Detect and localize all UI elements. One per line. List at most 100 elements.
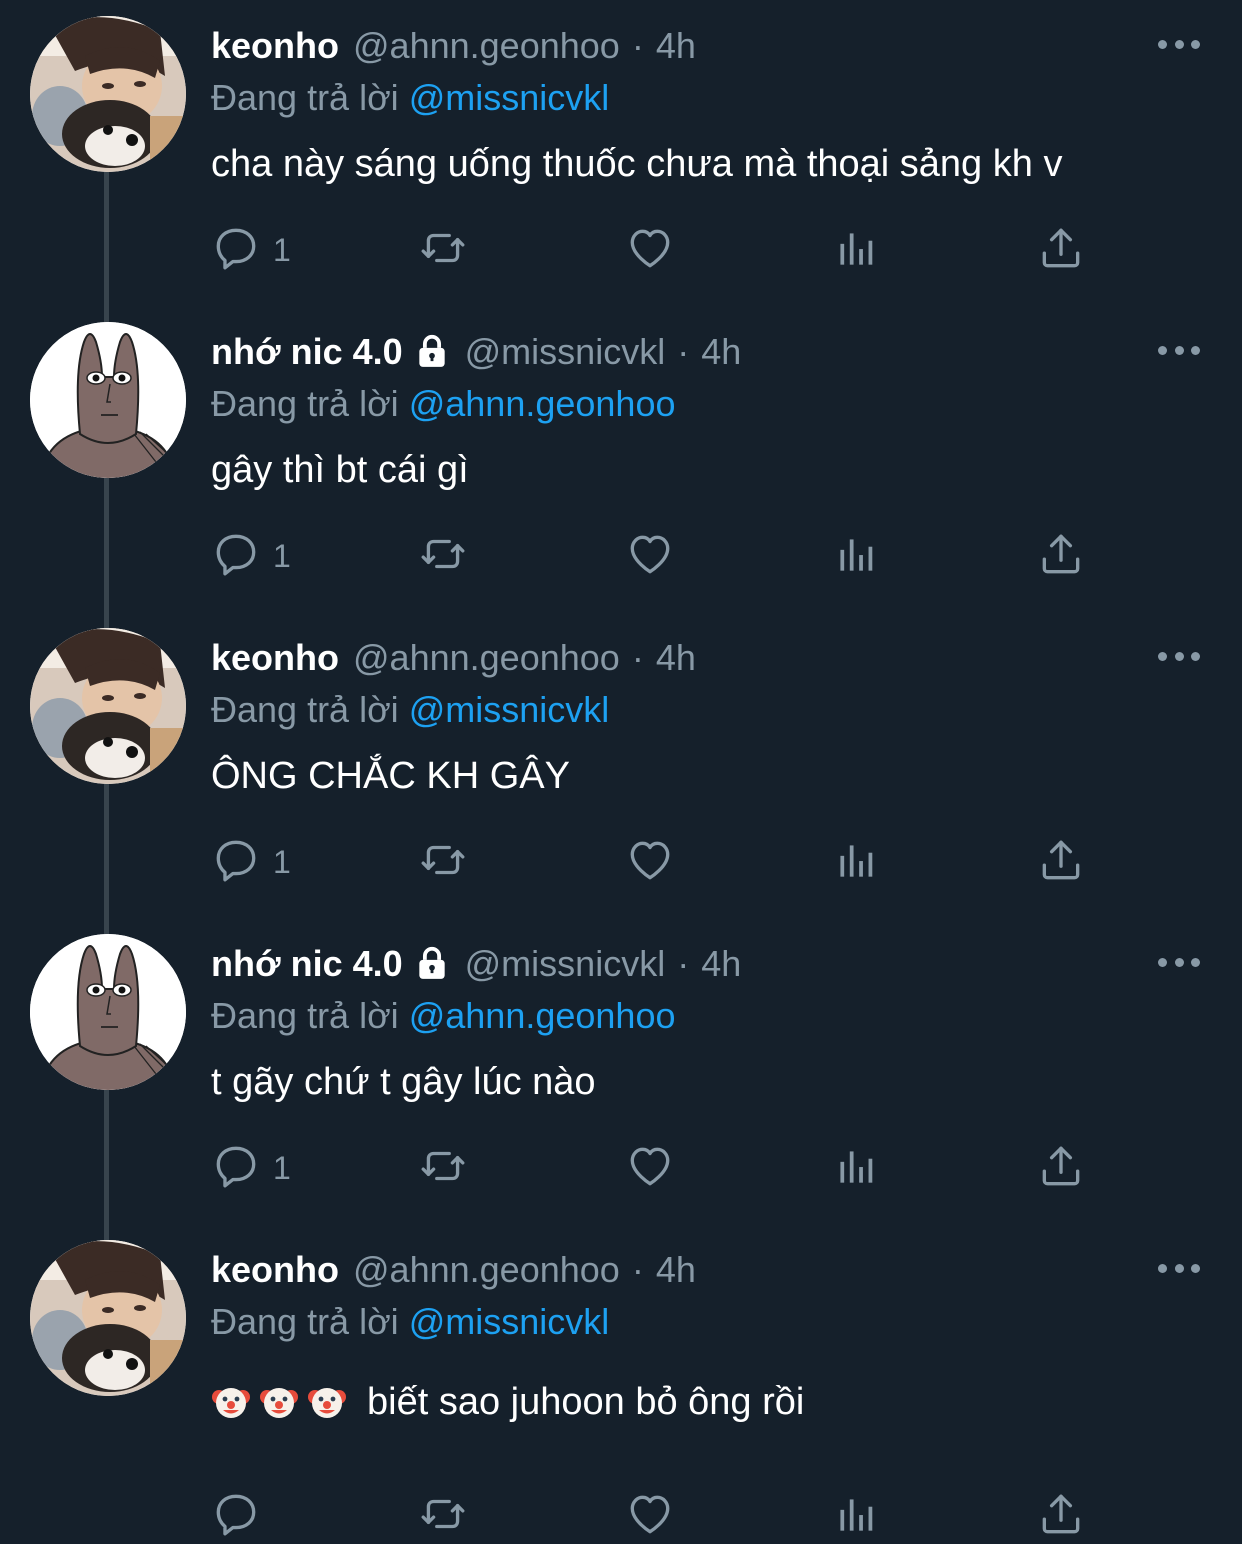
tweet[interactable]: nhớ nic 4.0 @missnicvkl · 4h Đang trả lờ…	[0, 306, 1242, 612]
timestamp[interactable]: 4h	[656, 22, 696, 70]
analytics-button[interactable]	[830, 1140, 880, 1196]
share-button[interactable]	[1036, 834, 1086, 890]
analytics-button[interactable]	[830, 1488, 880, 1544]
analytics-icon[interactable]	[830, 835, 880, 890]
avatar[interactable]	[30, 1240, 186, 1396]
share-icon[interactable]	[1036, 835, 1086, 890]
tweet-text: ÔNG CHẮC KH GÂY	[211, 750, 570, 802]
tweet-actions: 1	[211, 222, 1091, 278]
replying-to: Đang trả lời @missnicvkl	[211, 74, 609, 122]
reply-button[interactable]	[211, 1488, 273, 1544]
retweet-icon[interactable]	[418, 835, 468, 890]
reply-icon[interactable]	[211, 1489, 261, 1544]
mention-link[interactable]: @ahnn.geonhoo	[409, 383, 676, 424]
retweet-icon[interactable]	[418, 1141, 468, 1196]
clown-face-emoji	[259, 1382, 299, 1422]
reply-button[interactable]: 1	[211, 528, 291, 584]
reply-button[interactable]: 1	[211, 1140, 291, 1196]
reply-count: 1	[273, 537, 291, 574]
retweet-icon[interactable]	[418, 223, 468, 278]
display-name[interactable]: nhớ nic 4.0	[211, 940, 403, 988]
tweet[interactable]: keonho @ahnn.geonhoo · 4h Đang trả lời @…	[0, 0, 1242, 306]
more-icon[interactable]	[1158, 952, 1200, 972]
reply-icon[interactable]	[211, 835, 261, 890]
avatar[interactable]	[30, 322, 186, 478]
reply-button[interactable]: 1	[211, 834, 291, 890]
avatar[interactable]	[30, 628, 186, 784]
clown-face-emoji	[211, 1382, 251, 1422]
share-button[interactable]	[1036, 528, 1086, 584]
reply-icon[interactable]	[211, 529, 261, 584]
replying-to-label: Đang trả lời	[211, 995, 399, 1036]
analytics-button[interactable]	[830, 834, 880, 890]
mention-link[interactable]: @ahnn.geonhoo	[409, 995, 676, 1036]
analytics-button[interactable]	[830, 222, 880, 278]
tweet-header: keonho @ahnn.geonhoo · 4h	[211, 1246, 696, 1294]
display-name[interactable]: keonho	[211, 634, 339, 682]
more-icon[interactable]	[1158, 340, 1200, 360]
analytics-icon[interactable]	[830, 1141, 880, 1196]
share-button[interactable]	[1036, 1488, 1086, 1544]
replying-to-label: Đang trả lời	[211, 689, 399, 730]
tweet[interactable]: keonho @ahnn.geonhoo · 4h Đang trả lời @…	[0, 612, 1242, 918]
username[interactable]: @missnicvkl	[465, 328, 666, 376]
analytics-icon[interactable]	[830, 529, 880, 584]
username[interactable]: @ahnn.geonhoo	[353, 634, 620, 682]
username[interactable]: @missnicvkl	[465, 940, 666, 988]
timestamp[interactable]: 4h	[656, 1246, 696, 1294]
like-icon[interactable]	[625, 529, 675, 584]
retweet-icon[interactable]	[418, 529, 468, 584]
reply-count: 1	[273, 231, 291, 268]
avatar[interactable]	[30, 934, 186, 1090]
avatar[interactable]	[30, 16, 186, 172]
share-icon[interactable]	[1036, 1489, 1086, 1544]
display-name[interactable]: keonho	[211, 1246, 339, 1294]
tweet-actions: 1	[211, 1140, 1091, 1196]
share-button[interactable]	[1036, 222, 1086, 278]
like-icon[interactable]	[625, 835, 675, 890]
share-icon[interactable]	[1036, 529, 1086, 584]
more-icon[interactable]	[1158, 34, 1200, 54]
retweet-icon[interactable]	[418, 1489, 468, 1544]
separator: ·	[677, 943, 690, 984]
retweet-button[interactable]	[418, 834, 468, 890]
mention-link[interactable]: @missnicvkl	[409, 1301, 610, 1342]
more-icon[interactable]	[1158, 1258, 1200, 1278]
mention-link[interactable]: @missnicvkl	[409, 689, 610, 730]
analytics-icon[interactable]	[830, 223, 880, 278]
share-icon[interactable]	[1036, 223, 1086, 278]
like-button[interactable]	[625, 834, 675, 890]
analytics-button[interactable]	[830, 528, 880, 584]
retweet-button[interactable]	[418, 528, 468, 584]
like-icon[interactable]	[625, 1489, 675, 1544]
like-button[interactable]	[625, 528, 675, 584]
display-name[interactable]: nhớ nic 4.0	[211, 328, 403, 376]
mention-link[interactable]: @missnicvkl	[409, 77, 610, 118]
retweet-button[interactable]	[418, 1488, 468, 1544]
analytics-icon[interactable]	[830, 1489, 880, 1544]
retweet-button[interactable]	[418, 222, 468, 278]
tweet-body: biết sao juhoon bỏ ông rồi	[367, 1381, 805, 1423]
share-button[interactable]	[1036, 1140, 1086, 1196]
reply-icon[interactable]	[211, 223, 261, 278]
reply-button[interactable]: 1	[211, 222, 291, 278]
timestamp[interactable]: 4h	[701, 328, 741, 376]
tweet[interactable]: keonho @ahnn.geonhoo · 4h Đang trả lời @…	[0, 1224, 1242, 1537]
display-name[interactable]: keonho	[211, 22, 339, 70]
timestamp[interactable]: 4h	[701, 940, 741, 988]
like-button[interactable]	[625, 222, 675, 278]
like-icon[interactable]	[625, 1141, 675, 1196]
tweet-text: biết sao juhoon bỏ ông rồi	[211, 1376, 804, 1428]
timestamp[interactable]: 4h	[656, 634, 696, 682]
like-icon[interactable]	[625, 223, 675, 278]
reply-icon[interactable]	[211, 1141, 261, 1196]
username[interactable]: @ahnn.geonhoo	[353, 22, 620, 70]
retweet-button[interactable]	[418, 1140, 468, 1196]
reply-count: 1	[273, 843, 291, 880]
like-button[interactable]	[625, 1488, 675, 1544]
more-icon[interactable]	[1158, 646, 1200, 666]
tweet[interactable]: nhớ nic 4.0 @missnicvkl · 4h Đang trả lờ…	[0, 918, 1242, 1224]
username[interactable]: @ahnn.geonhoo	[353, 1246, 620, 1294]
like-button[interactable]	[625, 1140, 675, 1196]
share-icon[interactable]	[1036, 1141, 1086, 1196]
